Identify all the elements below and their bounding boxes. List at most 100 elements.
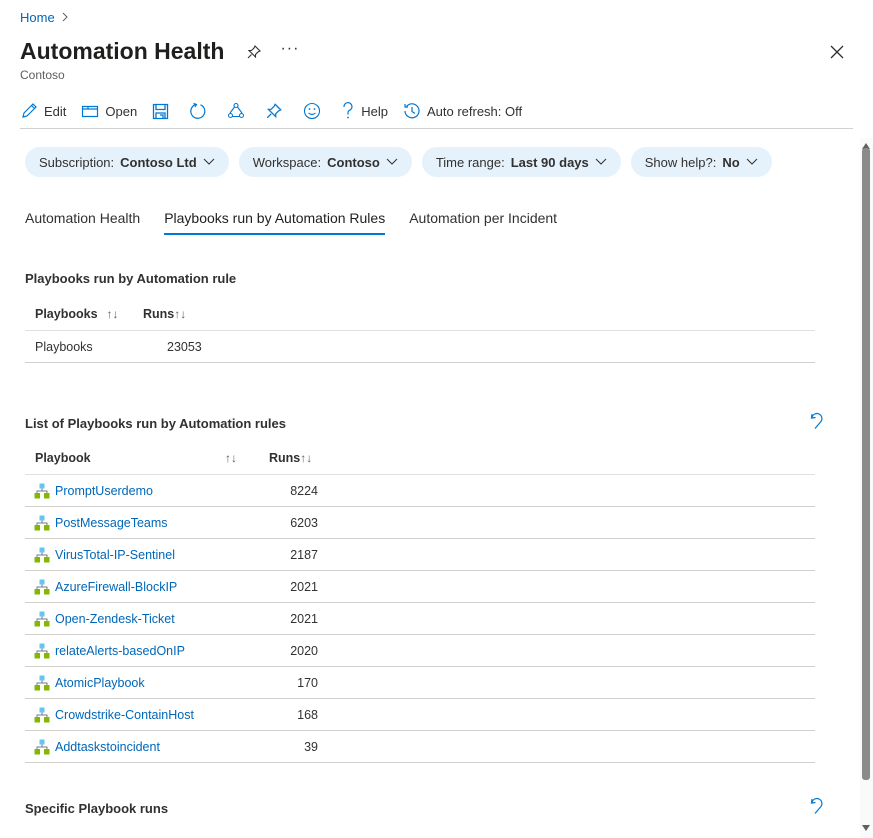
column-header-playbooks[interactable]: Playbooks ↑↓ <box>25 307 143 321</box>
column-header-runs[interactable]: Runs ↑↓ <box>143 307 186 321</box>
pin-icon[interactable] <box>246 44 262 60</box>
auto-refresh-label: Auto refresh: Off <box>426 103 523 119</box>
auto-refresh-button[interactable]: Auto refresh: Off <box>403 102 522 120</box>
column-label: Runs <box>269 451 301 465</box>
refresh-button[interactable] <box>189 102 207 120</box>
pin-icon <box>267 103 283 119</box>
more-options-button[interactable]: ··· <box>280 40 299 58</box>
page-title: Automation Health <box>20 38 225 64</box>
column-label: Runs <box>143 307 175 321</box>
playbook-cell: Addtaskstoincident <box>25 739 245 755</box>
column-header-playbook[interactable]: Playbook <box>25 451 225 465</box>
title-row: Automation Health ··· <box>20 38 299 65</box>
runs-cell: 6203 <box>290 515 318 530</box>
playbook-link[interactable]: relateAlerts-basedOnIP <box>55 644 185 658</box>
playbook-link[interactable]: Addtaskstoincident <box>55 740 160 754</box>
sort-icon[interactable]: ↑↓ <box>174 307 186 321</box>
breadcrumb: Home <box>20 10 69 25</box>
table-row: PromptUserdemo 8224 <box>25 475 815 507</box>
share-button[interactable] <box>227 102 245 120</box>
feedback-button[interactable] <box>303 102 321 120</box>
playbook-cell: VirusTotal-IP-Sentinel <box>25 547 245 563</box>
runs-cell: 8224 <box>290 483 318 498</box>
table-row: Addtaskstoincident 39 <box>25 731 815 763</box>
logic-app-icon <box>34 739 50 754</box>
runs-cell: 168 <box>297 707 318 722</box>
parameter-filters: Subscription: Contoso Ltd Workspace: Conto… <box>25 147 772 177</box>
toolbar-divider <box>20 128 853 129</box>
chevron-down-icon <box>595 158 607 165</box>
playbook-cell: AzureFirewall-BlockIP <box>25 579 245 595</box>
tab-automation-health[interactable]: Automation Health <box>25 210 140 234</box>
save-icon <box>153 103 169 119</box>
scroll-down-arrow-icon[interactable] <box>862 825 870 831</box>
question-icon <box>343 102 353 119</box>
save-button[interactable] <box>152 103 169 120</box>
playbook-link[interactable]: AzureFirewall-BlockIP <box>55 580 177 594</box>
close-icon <box>830 45 844 59</box>
time-range-dropdown[interactable]: Time range: Last 90 days <box>421 147 621 177</box>
playbook-link[interactable]: Crowdstrike-ContainHost <box>55 708 194 722</box>
list-rows: PromptUserdemo 8224 PostMessageTeams 6203 Vi… <box>25 475 815 763</box>
table-row: Crowdstrike-ContainHost 168 <box>25 699 815 731</box>
breadcrumb-home-link[interactable]: Home <box>20 10 55 25</box>
runs-cell: 170 <box>297 675 318 690</box>
edit-button[interactable]: Edit <box>20 102 66 120</box>
logic-app-icon <box>34 483 50 498</box>
subscription-dropdown[interactable]: Subscription: Contoso Ltd <box>25 147 229 177</box>
chevron-down-icon <box>386 158 398 165</box>
chevron-right-icon <box>61 11 69 25</box>
logic-app-icon <box>34 579 50 594</box>
tab-bar: Automation Health Playbooks run by Autom… <box>25 210 581 235</box>
open-button[interactable]: Open <box>81 103 137 119</box>
table-row: Playbooks 23053 <box>25 331 815 363</box>
close-button[interactable] <box>828 43 846 61</box>
playbook-cell: PromptUserdemo <box>25 483 245 499</box>
playbook-cell: Crowdstrike-ContainHost <box>25 707 245 723</box>
table-row: Open-Zendesk-Ticket 2021 <box>25 603 815 635</box>
table-row: AzureFirewall-BlockIP 2021 <box>25 571 815 603</box>
undo-refresh-icon[interactable] <box>809 797 825 815</box>
help-button[interactable]: Help <box>341 102 388 120</box>
logic-app-icon <box>34 675 50 690</box>
playbooks-cell: Playbooks <box>35 339 93 354</box>
filter-value: Contoso <box>327 154 380 170</box>
smiley-icon <box>304 102 321 120</box>
playbook-link[interactable]: PostMessageTeams <box>55 516 168 530</box>
filter-value: No <box>722 154 740 170</box>
filter-value: Contoso Ltd <box>120 154 197 170</box>
runs-cell: 2020 <box>290 643 318 658</box>
edit-label: Edit <box>44 103 67 119</box>
logic-app-icon <box>34 643 50 658</box>
help-label: Help <box>361 103 388 119</box>
filter-label: Subscription: <box>39 154 115 170</box>
playbook-cell: PostMessageTeams <box>25 515 245 531</box>
workspace-dropdown[interactable]: Workspace: Contoso <box>238 147 412 177</box>
playbook-link[interactable]: VirusTotal-IP-Sentinel <box>55 548 175 562</box>
chevron-down-icon <box>203 158 215 165</box>
scrollbar-thumb[interactable] <box>862 148 870 780</box>
playbook-link[interactable]: PromptUserdemo <box>55 484 153 498</box>
tab-playbooks-run-by-automation-rules[interactable]: Playbooks run by Automation Rules <box>164 210 386 235</box>
playbook-cell: Open-Zendesk-Ticket <box>25 611 245 627</box>
undo-refresh-icon[interactable] <box>809 412 825 430</box>
sort-icon[interactable]: ↑↓ <box>225 451 269 465</box>
specific-section-title: Specific Playbook runs <box>25 801 169 816</box>
column-header-runs[interactable]: Runs ↑↓ <box>269 451 312 465</box>
playbook-cell: relateAlerts-basedOnIP <box>25 643 245 659</box>
pencil-icon <box>22 103 37 118</box>
table-row: PostMessageTeams 6203 <box>25 507 815 539</box>
filter-value: Last 90 days <box>510 154 589 170</box>
tab-automation-per-incident[interactable]: Automation per Incident <box>409 210 557 234</box>
runs-cell: 2187 <box>290 547 318 562</box>
sort-icon[interactable]: ↑↓ <box>107 307 119 321</box>
show-help-dropdown[interactable]: Show help?: No <box>630 147 772 177</box>
playbook-link[interactable]: AtomicPlaybook <box>55 676 145 690</box>
logic-app-icon <box>34 515 50 530</box>
pin-dashboard-button[interactable] <box>265 102 283 120</box>
refresh-icon <box>190 102 206 119</box>
filter-label: Time range: <box>435 154 505 170</box>
table-row: relateAlerts-basedOnIP 2020 <box>25 635 815 667</box>
sort-icon[interactable]: ↑↓ <box>300 451 312 465</box>
playbook-link[interactable]: Open-Zendesk-Ticket <box>55 612 175 626</box>
